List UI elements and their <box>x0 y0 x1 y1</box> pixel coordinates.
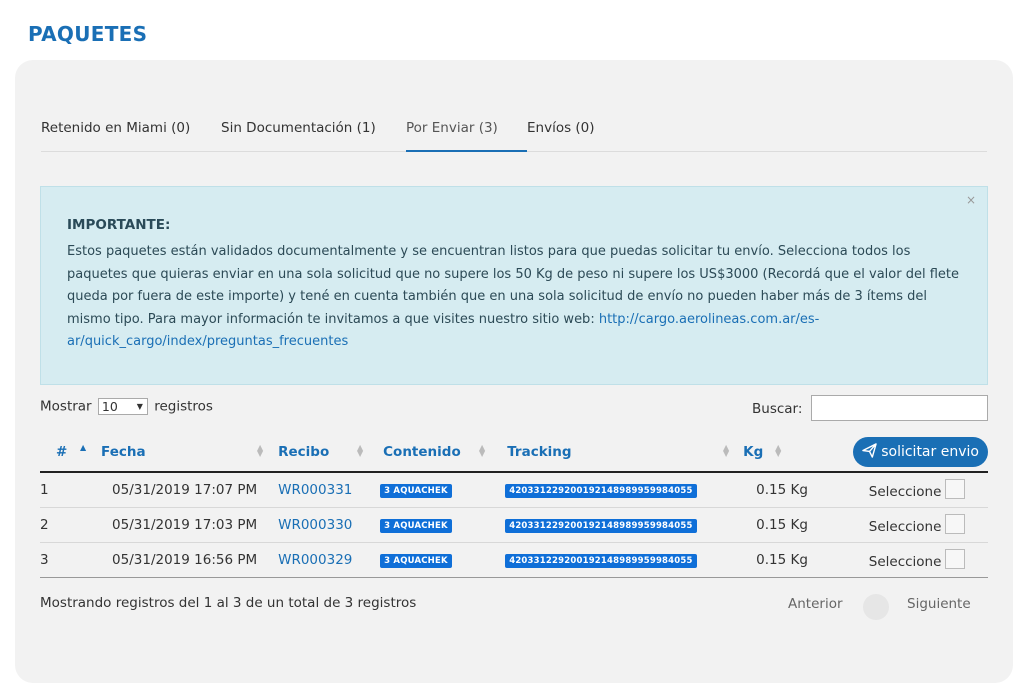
tracking-badge: 420331229200192148989959984055 <box>505 484 697 499</box>
recibo-link[interactable]: WR000331 <box>273 472 370 508</box>
column-num[interactable]: # ▲ <box>40 432 102 473</box>
cell-num: 2 <box>40 507 102 543</box>
cell-kg: 0.15 Kg <box>732 472 849 508</box>
sort-icon: ▲ ▼ <box>775 443 782 458</box>
cell-fecha: 05/31/2019 17:03 PM <box>101 507 274 543</box>
solicitar-envio-button[interactable]: solicitar envio <box>852 436 988 467</box>
prev-page-button[interactable]: Anterior <box>788 596 843 612</box>
tab-por-enviar[interactable]: Por Enviar (3) <box>406 110 527 152</box>
column-tracking-label: Tracking <box>507 443 572 460</box>
length-prefix: Mostrar <box>40 398 92 415</box>
column-contenido-label: Contenido <box>383 443 461 460</box>
recibo-link[interactable]: WR000329 <box>273 542 370 578</box>
sort-icon: ▲ ▼ <box>356 443 364 458</box>
tab-sin-documentacion[interactable]: Sin Documentación (1) <box>221 110 376 152</box>
packages-table: # ▲ Fecha ▲ ▼ Recibo ▲ ▼ Contenido ▲ ▼ Trac… <box>40 432 988 578</box>
select-checkbox[interactable] <box>945 479 966 500</box>
table-info: Mostrando registros del 1 al 3 de un tot… <box>40 595 417 611</box>
cell-fecha: 05/31/2019 16:56 PM <box>101 542 274 578</box>
close-icon[interactable]: × <box>966 193 976 207</box>
next-page-button[interactable]: Siguiente <box>907 596 971 612</box>
table-row: 3 05/31/2019 16:56 PM WR000329 3 AQUACHE… <box>40 542 988 578</box>
contenido-badge: 3 AQUACHEK <box>380 484 452 499</box>
select-label: Seleccione <box>868 519 942 535</box>
send-icon <box>862 442 877 458</box>
table-header-row: # ▲ Fecha ▲ ▼ Recibo ▲ ▼ Contenido ▲ ▼ Trac… <box>40 432 988 473</box>
cell-kg: 0.15 Kg <box>732 507 849 543</box>
column-kg[interactable]: Kg ▲ ▼ <box>732 432 849 473</box>
cell-num: 3 <box>40 542 102 578</box>
select-checkbox[interactable] <box>945 514 966 534</box>
tracking-badge: 420331229200192148989959984055 <box>505 554 697 568</box>
tracking-badge: 420331229200192148989959984055 <box>505 519 697 533</box>
column-fecha-label: Fecha <box>101 443 146 460</box>
column-action: solicitar envio <box>848 432 988 473</box>
current-page-indicator[interactable] <box>863 594 889 620</box>
table-row: 1 05/31/2019 17:07 PM WR000331 3 AQUACHE… <box>40 472 988 508</box>
select-label: Seleccione <box>868 484 942 501</box>
tab-retenido-miami[interactable]: Retenido en Miami (0) <box>41 110 190 152</box>
recibo-link[interactable]: WR000330 <box>273 507 370 543</box>
solicitar-envio-label: solicitar envio <box>881 443 979 460</box>
cell-kg: 0.15 Kg <box>732 542 849 578</box>
length-value: 10 <box>101 399 118 414</box>
select-label: Seleccione <box>868 554 942 570</box>
contenido-badge: 3 AQUACHEK <box>380 519 452 533</box>
column-contenido[interactable]: Contenido ▲ ▼ <box>369 432 495 473</box>
important-alert: × IMPORTANTE: Estos paquetes están valid… <box>40 186 988 385</box>
length-suffix: registros <box>154 398 213 415</box>
alert-text: Estos paquetes están validados documenta… <box>67 244 959 327</box>
column-fecha[interactable]: Fecha ▲ ▼ <box>101 432 274 473</box>
table-row: 2 05/31/2019 17:03 PM WR000330 3 AQUACHE… <box>40 507 988 543</box>
column-num-label: # <box>56 443 68 460</box>
sort-icon: ▲ ▼ <box>479 443 486 458</box>
alert-title: IMPORTANTE: <box>67 217 171 233</box>
column-kg-label: Kg <box>743 443 764 460</box>
length-select[interactable]: 10 ▼ <box>97 398 148 415</box>
chevron-down-icon: ▼ <box>136 402 143 411</box>
sort-icon: ▲ ▼ <box>256 443 264 458</box>
select-checkbox[interactable] <box>945 549 966 569</box>
tab-envios[interactable]: Envíos (0) <box>527 110 595 152</box>
tab-bar: Retenido en Miami (0) Sin Documentación … <box>41 110 987 152</box>
length-control: Mostrar 10 ▼ registros <box>40 398 213 415</box>
column-recibo[interactable]: Recibo ▲ ▼ <box>273 432 370 473</box>
search-input[interactable] <box>811 395 988 421</box>
packages-panel: Retenido en Miami (0) Sin Documentación … <box>15 60 1013 683</box>
cell-fecha: 05/31/2019 17:07 PM <box>101 472 274 508</box>
alert-body: Estos paquetes están validados documenta… <box>67 241 967 354</box>
page-title: PAQUETES <box>28 22 148 46</box>
column-tracking[interactable]: Tracking ▲ ▼ <box>494 432 733 473</box>
contenido-badge: 3 AQUACHEK <box>380 554 452 568</box>
search-label: Buscar: <box>752 401 803 417</box>
cell-num: 1 <box>40 472 102 508</box>
sort-icon: ▲ ▼ <box>722 443 730 458</box>
column-recibo-label: Recibo <box>278 443 330 460</box>
sort-asc-icon: ▲ <box>80 443 87 452</box>
